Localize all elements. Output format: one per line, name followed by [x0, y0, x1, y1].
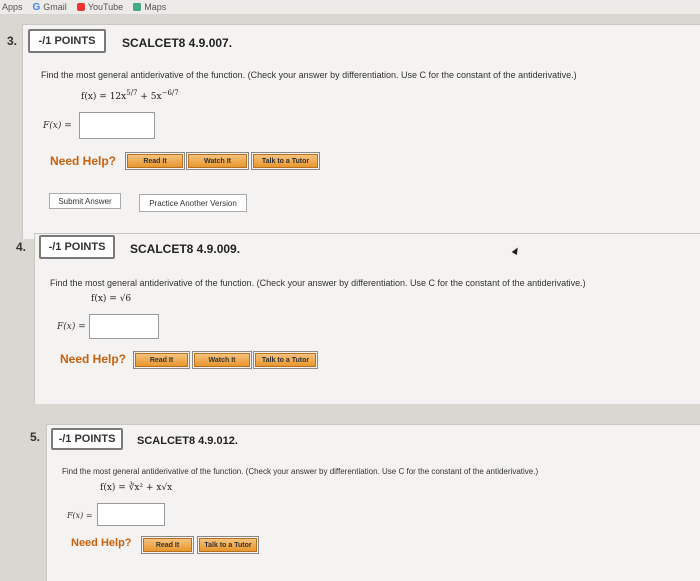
read-it-button[interactable]: Read It: [133, 351, 190, 369]
talk-to-tutor-button[interactable]: Talk to a Tutor: [251, 152, 320, 170]
equation-part: + 5x: [137, 92, 162, 102]
equation-part: f(x) = 12x: [81, 92, 127, 102]
exponent: −6/7: [161, 89, 179, 97]
exponent: 5/7: [126, 89, 138, 97]
question-code: SCALCET8 4.9.007.: [122, 36, 233, 50]
watch-it-button[interactable]: Watch It: [192, 351, 252, 369]
talk-to-tutor-button[interactable]: Talk to a Tutor: [197, 536, 259, 554]
read-it-button[interactable]: Read It: [125, 152, 185, 170]
answer-label: F(x) =: [57, 322, 86, 332]
need-help-label: Need Help?: [50, 154, 117, 168]
question-number: 4.: [16, 240, 27, 254]
answer-label: F(x) =: [67, 511, 93, 520]
answer-input[interactable]: [89, 314, 159, 339]
need-help-label: Need Help?: [60, 352, 127, 366]
answer-input[interactable]: [79, 112, 155, 139]
read-it-button[interactable]: Read It: [141, 536, 194, 554]
bookmark-gmail-label: Gmail: [43, 2, 67, 12]
question-prompt: Find the most general antiderivative of …: [50, 278, 586, 288]
question-card-4: -/1 POINTS SCALCET8 4.9.009. Find the mo…: [34, 233, 700, 404]
function-equation: f(x) = 12x5/7 + 5x−6/7: [81, 89, 179, 102]
question-card-5: -/1 POINTS SCALCET8 4.9.012. Find the mo…: [46, 424, 700, 581]
answer-input[interactable]: [97, 503, 165, 526]
practice-another-version-button[interactable]: Practice Another Version: [139, 194, 247, 212]
bookmark-youtube-label: YouTube: [87, 2, 124, 12]
points-badge: -/1 POINTS: [39, 235, 115, 259]
question-code: SCALCET8 4.9.012.: [137, 435, 238, 447]
youtube-icon: [76, 3, 85, 11]
answer-label: F(x) =: [43, 121, 72, 131]
bookmark-apps[interactable]: Apps: [2, 2, 23, 12]
watch-it-button[interactable]: Watch It: [186, 152, 249, 170]
maps-icon: [133, 3, 142, 11]
question-card-3: -/1 POINTS SCALCET8 4.9.007. Find the mo…: [22, 24, 700, 239]
question-code: SCALCET8 4.9.009.: [130, 242, 241, 256]
question-number: 5.: [30, 430, 41, 444]
question-number: 3.: [7, 34, 18, 48]
question-prompt: Find the most general antiderivative of …: [41, 70, 577, 80]
assignment-page: 3. -/1 POINTS SCALCET8 4.9.007. Find the…: [0, 14, 700, 581]
bookmark-youtube[interactable]: YouTube: [76, 2, 124, 12]
talk-to-tutor-button[interactable]: Talk to a Tutor: [253, 351, 318, 369]
points-badge: -/1 POINTS: [51, 428, 123, 450]
bookmark-maps[interactable]: Maps: [133, 2, 166, 12]
points-badge: -/1 POINTS: [28, 29, 106, 53]
bookmarks-bar: Apps G Gmail YouTube Maps: [0, 0, 700, 14]
bookmark-apps-label: Apps: [2, 2, 23, 12]
question-prompt: Find the most general antiderivative of …: [62, 467, 539, 476]
function-equation: f(x) = √6: [91, 294, 132, 304]
bookmark-gmail[interactable]: G Gmail: [33, 2, 67, 13]
function-equation: f(x) = ∛x² + x√x: [100, 483, 173, 493]
google-icon: G: [32, 1, 41, 13]
submit-answer-button[interactable]: Submit Answer: [49, 193, 121, 209]
need-help-label: Need Help?: [71, 537, 132, 549]
bookmark-maps-label: Maps: [144, 2, 167, 12]
